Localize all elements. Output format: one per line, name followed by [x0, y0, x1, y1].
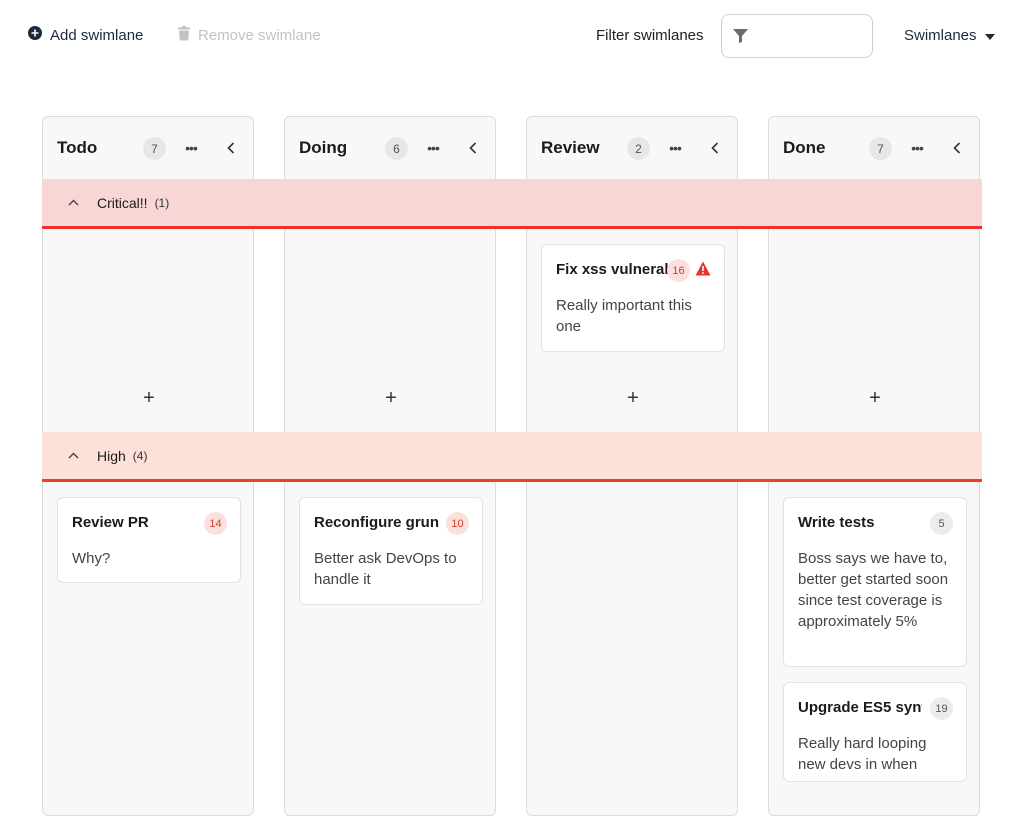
card-points-badge: 10: [446, 512, 469, 535]
swimlane-count: (4): [132, 448, 148, 463]
filter-icon: [733, 29, 748, 43]
card-title: Write tests: [798, 514, 875, 531]
column-title: Done: [783, 138, 826, 157]
add-card-button[interactable]: +: [137, 386, 161, 410]
card-fix-xss[interactable]: Fix xss vulneral 16 Really important thi…: [541, 244, 725, 352]
swimlane-name: Critical!!: [97, 194, 148, 211]
card-title: Upgrade ES5 synt: [798, 699, 922, 716]
add-card-button[interactable]: +: [379, 386, 403, 410]
column-count-badge: 6: [385, 137, 408, 160]
swimlane-name: High: [97, 447, 126, 464]
collapse-column-icon[interactable]: [946, 137, 968, 159]
column-header: Done 7 •••: [769, 117, 979, 179]
chevron-up-icon[interactable]: [66, 449, 80, 463]
card-points-badge: 14: [204, 512, 227, 535]
column-count-badge: 7: [869, 137, 892, 160]
filter-swimlanes-label: Filter swimlanes: [596, 27, 704, 44]
column-title: Review: [541, 138, 600, 157]
card-title: Review PR: [72, 514, 149, 531]
card-description: Why?: [72, 550, 111, 567]
more-options-icon[interactable]: •••: [664, 137, 686, 159]
card-description: Better ask DevOps to handle it: [314, 550, 457, 588]
filter-swimlanes-field[interactable]: [721, 14, 873, 58]
card-upgrade-es5[interactable]: Upgrade ES5 synt 19 Really hard looping …: [783, 682, 967, 782]
toolbar: Add swimlane Remove swimlane Filter swim…: [0, 0, 1024, 72]
card-title: Reconfigure grunt: [314, 514, 439, 531]
card-title: Fix xss vulneral: [556, 261, 668, 278]
swimlanes-dropdown[interactable]: Swimlanes: [904, 27, 995, 44]
swimlane-count: (1): [154, 195, 170, 210]
column-count-badge: 7: [143, 137, 166, 160]
column-count-badge: 2: [627, 137, 650, 160]
more-options-icon[interactable]: •••: [422, 137, 444, 159]
chevron-up-icon[interactable]: [66, 196, 80, 210]
column-header: Review 2 •••: [527, 117, 737, 179]
warning-icon: [695, 261, 711, 277]
add-swimlane-button[interactable]: Add swimlane: [28, 26, 143, 44]
swimlanes-dropdown-label: Swimlanes: [904, 27, 977, 44]
trash-icon: [178, 26, 190, 45]
swimlane-header-high[interactable]: High (4): [42, 432, 982, 482]
collapse-column-icon[interactable]: [220, 137, 242, 159]
caret-down-icon: [984, 27, 995, 44]
card-description: Really important this one: [556, 297, 692, 335]
card-points-badge: 16: [667, 259, 690, 282]
collapse-column-icon[interactable]: [704, 137, 726, 159]
more-options-icon[interactable]: •••: [906, 137, 928, 159]
plus-circle-icon: [28, 26, 42, 44]
remove-swimlane-label: Remove swimlane: [198, 27, 321, 44]
column-title: Doing: [299, 138, 348, 157]
remove-swimlane-button[interactable]: Remove swimlane: [178, 26, 321, 45]
add-card-button[interactable]: +: [621, 386, 645, 410]
collapse-column-icon[interactable]: [462, 137, 484, 159]
add-swimlane-label: Add swimlane: [50, 26, 144, 44]
add-card-button[interactable]: +: [863, 386, 887, 410]
column-header: Doing 6 •••: [285, 117, 495, 179]
card-review-pr[interactable]: Review PR 14 Why?: [57, 497, 241, 583]
card-description: Really hard looping new devs in when: [798, 735, 927, 773]
card-points-badge: 19: [930, 697, 953, 720]
swimlane-header-critical[interactable]: Critical!! (1): [42, 179, 982, 229]
column-header: Todo 7 •••: [43, 117, 253, 179]
column-title: Todo: [57, 138, 98, 157]
card-reconfigure-grunt[interactable]: Reconfigure grunt 10 Better ask DevOps t…: [299, 497, 483, 605]
more-options-icon[interactable]: •••: [180, 137, 202, 159]
card-write-tests[interactable]: Write tests 5 Boss says we have to, bett…: [783, 497, 967, 667]
card-points-badge: 5: [930, 512, 953, 535]
filter-swimlanes-input[interactable]: [758, 21, 870, 53]
card-description: Boss says we have to, better get started…: [798, 550, 949, 630]
kanban-board: Todo 7 ••• Doing 6 ••• Review 2 ••• Done…: [0, 0, 1024, 816]
